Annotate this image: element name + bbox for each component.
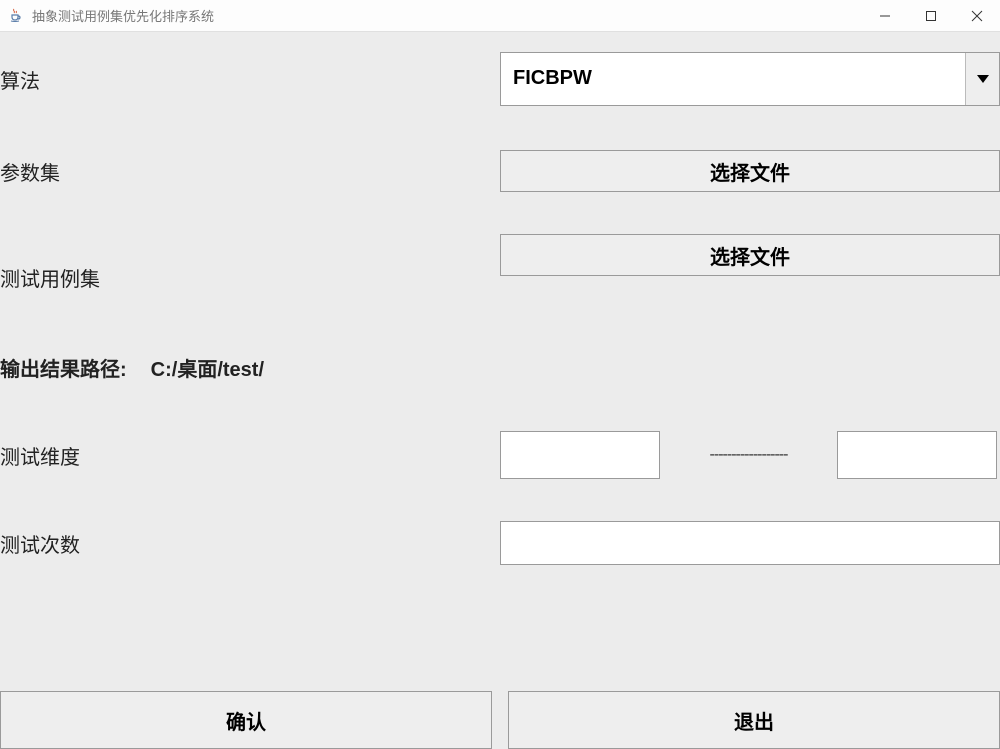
maximize-button[interactable] [908,0,954,31]
content-area: 算法 FICBPW 参数集 选择文件 测试用例集 选择文件 [0,32,1000,749]
testcase-label: 测试用例集 [0,263,500,298]
algorithm-combo[interactable]: FICBPW [500,52,1000,106]
row-output-path: 输出结果路径: C:/桌面/test/ [0,342,1000,392]
minimize-button[interactable] [862,0,908,31]
paramset-choose-file-button[interactable]: 选择文件 [500,150,1000,192]
row-algorithm: 算法 FICBPW [0,52,1000,106]
algorithm-label: 算法 [0,65,500,94]
dimension-label: 测试维度 [0,441,500,470]
count-label: 测试次数 [0,529,500,558]
java-icon [6,7,24,25]
testcase-choose-file-button[interactable]: 选择文件 [500,234,1000,276]
row-paramset: 参数集 选择文件 [0,146,1000,196]
algorithm-value: FICBPW [501,53,965,105]
dimension-from-input[interactable] [500,431,660,479]
dimension-to-input[interactable] [837,431,997,479]
chevron-down-icon[interactable] [965,53,999,105]
output-path-label: 输出结果路径: [0,353,127,382]
row-dimension: 测试维度 ------------------ [0,430,1000,480]
window-controls [862,0,1000,31]
titlebar: 抽象测试用例集优先化排序系统 [0,0,1000,32]
close-button[interactable] [954,0,1000,31]
row-testcase: 测试用例集 选择文件 [0,234,1000,304]
paramset-label: 参数集 [0,157,500,186]
count-input[interactable] [500,521,1000,565]
confirm-button[interactable]: 确认 [0,691,492,749]
output-path-value: C:/桌面/test/ [151,353,264,382]
dimension-separator: ------------------ [666,446,831,464]
app-window: 抽象测试用例集优先化排序系统 算法 FICBPW [0,0,1000,749]
window-title: 抽象测试用例集优先化排序系统 [32,6,862,25]
bottom-button-bar: 确认 退出 [0,691,1000,749]
exit-button[interactable]: 退出 [508,691,1000,749]
row-count: 测试次数 [0,518,1000,568]
